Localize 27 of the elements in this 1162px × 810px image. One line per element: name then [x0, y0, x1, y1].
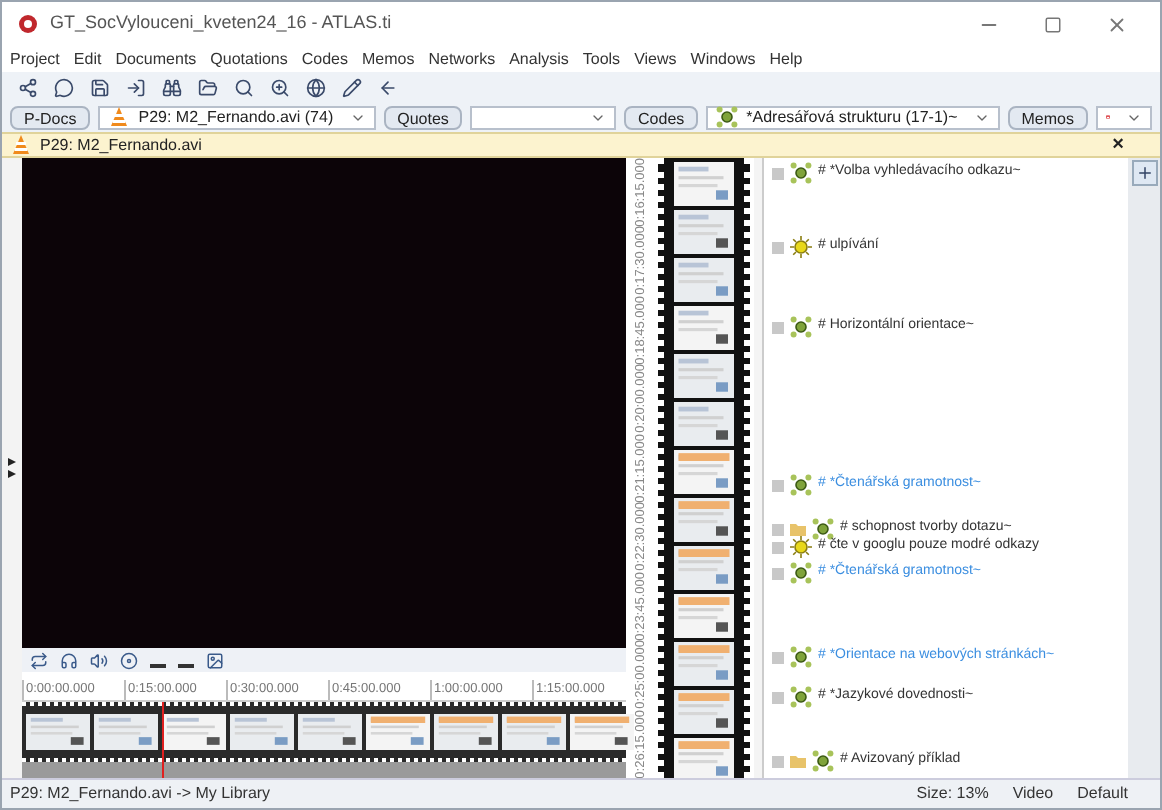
close-button[interactable]: × [1112, 135, 1124, 155]
selector-value: P29: M2_Fernando.avi (74) [138, 105, 334, 129]
menu-item[interactable]: Edit [73, 47, 102, 71]
menu-item[interactable]: Views [634, 47, 677, 71]
panel-button[interactable]: P-Docs [10, 105, 91, 129]
panel-button[interactable]: Codes [624, 105, 699, 129]
menu-item[interactable]: Quotations [210, 47, 288, 71]
zoom-size: Size: 13% [916, 782, 989, 806]
status-layout: Default [1077, 782, 1128, 806]
menu-item[interactable]: Memos [362, 47, 415, 71]
selector-value: *Adresářová strukturu (17-1)~ [746, 105, 958, 129]
status-mode: Video [1012, 782, 1054, 806]
menu-item[interactable]: Windows [690, 47, 756, 71]
menu-item[interactable]: Networks [428, 47, 496, 71]
window-title: GT_SocVylouceni_kveten24_16 - ATLAS.ti [50, 10, 392, 37]
menu-item[interactable]: Help [769, 47, 803, 71]
menu-item[interactable]: Project [10, 47, 60, 71]
menu-item[interactable]: Analysis [509, 47, 569, 71]
document-title: P29: M2_Fernando.avi [40, 133, 202, 157]
status-path: P29: M2_Fernando.avi -> My Library [10, 782, 271, 806]
menu-item[interactable]: Documents [115, 47, 197, 71]
panel-button[interactable]: Memos [1007, 105, 1088, 129]
selector-dropdown[interactable]: P29: M2_Fernando.avi (74) [98, 105, 376, 129]
selector-dropdown[interactable]: *Adresářová strukturu (17-1)~ [706, 105, 1000, 129]
menu-item[interactable]: Tools [582, 47, 621, 71]
panel-button[interactable]: Quotes [383, 105, 463, 129]
menu-item[interactable]: Codes [301, 47, 348, 71]
